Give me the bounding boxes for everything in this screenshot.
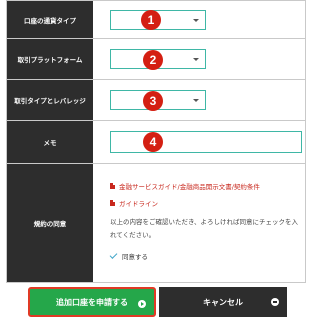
label-leverage: 取引タイプとレバレッジ [7, 80, 93, 120]
step-badge-3: 3 [143, 91, 163, 111]
label-account-type: 口座の通貨タイプ [7, 1, 93, 38]
account-form: 口座の通貨タイプ 1 取引プラットフォーム 2 取引タイプとレバレッジ 3 メモ [6, 0, 306, 283]
step-badge-1: 1 [141, 10, 161, 30]
step-badge-2: 2 [143, 50, 163, 70]
check-icon [109, 251, 118, 259]
field-leverage: 3 [93, 80, 305, 120]
label-platform: 取引プラットフォーム [7, 39, 93, 79]
guideline-label: ガイドライン [119, 200, 158, 208]
agree-checkbox[interactable]: 同意する [109, 251, 148, 261]
minus-icon [271, 298, 279, 306]
pdf-icon [110, 183, 115, 189]
chevron-down-icon [193, 58, 199, 61]
cancel-button-label: キャンセル [203, 297, 243, 307]
terms-doc-link[interactable]: 金融サービスガイド/金融商品開示文書/契約条件 [110, 181, 260, 191]
chevron-down-icon [193, 18, 199, 22]
field-memo: 4 [93, 121, 305, 163]
terms-doc-label: 金融サービスガイド/金融商品開示文書/契約条件 [119, 183, 260, 191]
guideline-link[interactable]: ガイドライン [110, 198, 158, 208]
field-platform: 2 [93, 39, 305, 79]
pdf-icon [110, 200, 115, 206]
agree-label: 同意する [122, 253, 148, 261]
arrow-right-icon [138, 300, 146, 308]
label-memo: メモ [7, 121, 93, 163]
label-terms: 規約の同意 [7, 164, 93, 282]
terms-notice: 以上の内容をご確認いただき、よろしければ同意にチェックを入れてください。 [110, 218, 299, 239]
apply-button-label: 追加口座を申請する [56, 297, 128, 307]
chevron-down-icon [193, 99, 199, 102]
field-terms: 金融サービスガイド/金融商品開示文書/契約条件 ガイドライン 以上の内容をご確認… [93, 164, 305, 282]
row-platform: 取引プラットフォーム 2 [7, 39, 305, 80]
row-memo: メモ 4 [7, 121, 305, 164]
cancel-button[interactable]: キャンセル [159, 287, 287, 317]
memo-input[interactable] [110, 131, 302, 153]
field-account-type: 1 [93, 1, 305, 38]
row-account-type: 口座の通貨タイプ 1 [7, 1, 305, 39]
step-badge-4: 4 [143, 132, 163, 152]
row-terms: 規約の同意 金融サービスガイド/金融商品開示文書/契約条件 ガイドライン 以上の… [7, 164, 305, 282]
apply-button[interactable]: 追加口座を申請する [28, 287, 156, 317]
row-leverage: 取引タイプとレバレッジ 3 [7, 80, 305, 121]
